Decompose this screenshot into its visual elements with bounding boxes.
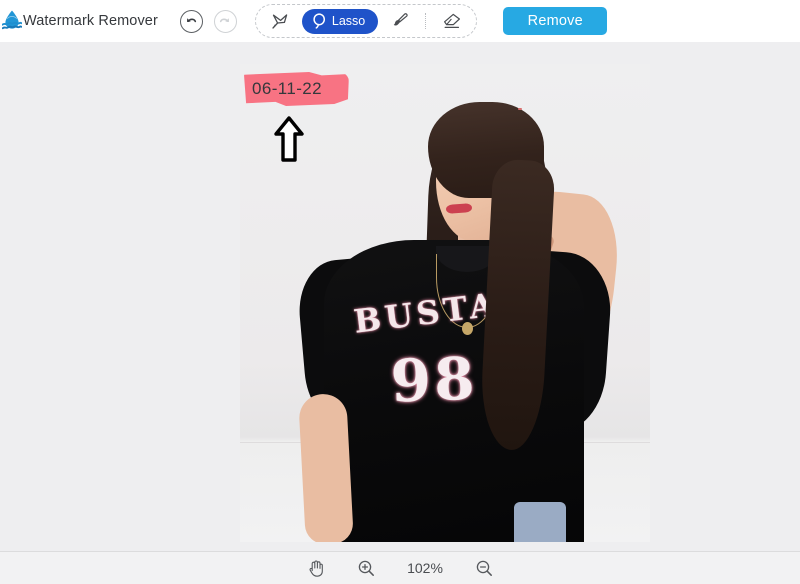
lasso-icon	[312, 13, 327, 29]
top-toolbar: Watermark Remover	[0, 0, 800, 42]
zoom-level-label: 102%	[404, 560, 446, 576]
hand-icon	[307, 559, 325, 578]
watermark-remover-app: Watermark Remover	[0, 0, 800, 584]
redo-arrow-icon	[218, 14, 232, 28]
app-title: Watermark Remover	[23, 13, 158, 29]
remove-button[interactable]: Remove	[503, 7, 607, 35]
zoom-in-button[interactable]	[354, 556, 378, 580]
app-brand: Watermark Remover	[0, 9, 158, 33]
water-drop-icon	[2, 9, 22, 33]
history-controls	[180, 10, 237, 33]
redo-button[interactable]	[214, 10, 237, 33]
lasso-tool-label: Lasso	[332, 14, 365, 28]
magnifier-plus-icon	[357, 559, 375, 577]
zoom-out-button[interactable]	[472, 556, 496, 580]
tool-divider	[425, 13, 427, 29]
wall-speck	[518, 108, 522, 110]
polygon-select-icon	[270, 11, 290, 31]
subject-forearm	[298, 393, 354, 542]
lasso-tool-button[interactable]: Lasso	[302, 9, 378, 34]
brush-tool-button[interactable]	[385, 7, 415, 35]
tool-group: Lasso	[255, 4, 477, 38]
canvas-workspace[interactable]: BUSTA 98 06-11-22	[0, 42, 800, 551]
subject-jeans	[514, 502, 566, 542]
eraser-icon	[441, 11, 463, 31]
brush-icon	[390, 11, 410, 31]
magnifier-minus-icon	[475, 559, 493, 577]
pan-tool-button[interactable]	[304, 556, 328, 580]
undo-arrow-icon	[184, 14, 198, 28]
photo-canvas[interactable]: BUSTA 98 06-11-22	[240, 64, 650, 542]
up-arrow-outline-icon	[273, 116, 305, 164]
date-watermark-text: 06-11-22	[252, 79, 322, 99]
polygon-select-tool-button[interactable]	[265, 7, 295, 35]
undo-button[interactable]	[180, 10, 203, 33]
eraser-tool-button[interactable]	[437, 7, 467, 35]
bottom-status-bar: 102%	[0, 551, 800, 584]
